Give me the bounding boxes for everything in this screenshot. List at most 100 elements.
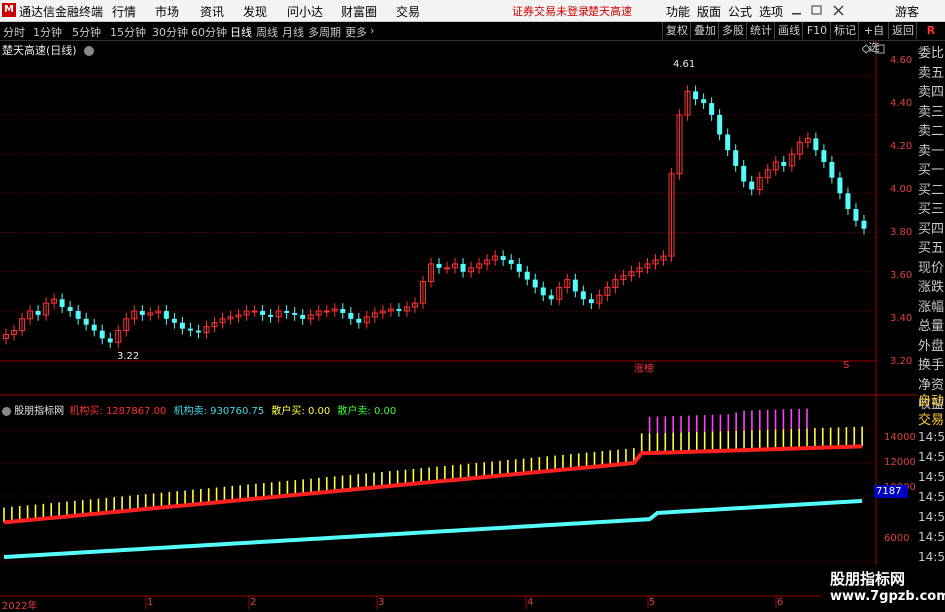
maximize-icon[interactable] (875, 44, 885, 54)
side-time-item: 14:56 (918, 510, 945, 524)
tool-button[interactable]: 画线 (774, 22, 803, 39)
candle-body (813, 138, 819, 151)
ind-y-tick: 12000 (884, 457, 916, 468)
period-item[interactable]: 更多 (345, 24, 367, 40)
side-quote-item[interactable]: 换手 (918, 356, 945, 376)
tool-button[interactable]: 多股 (718, 22, 747, 39)
menu-item[interactable]: 市场 (155, 3, 179, 20)
side-quote-item[interactable]: 涨跌 (918, 278, 945, 298)
guest-login[interactable]: 游客 (895, 3, 919, 20)
rank-tag[interactable]: 涨榜 (634, 360, 654, 375)
menu-item[interactable]: 财富圈 (341, 3, 377, 20)
candle-body (821, 150, 827, 162)
candle-body (725, 134, 731, 151)
candle-body (741, 165, 747, 182)
candle-body (861, 220, 867, 229)
menu-item[interactable]: 行情 (112, 3, 136, 20)
period-item[interactable]: 60分钟 (191, 24, 227, 40)
side-quote-item[interactable]: 卖四 (918, 83, 945, 103)
period-item-active[interactable]: 日线 (230, 24, 252, 40)
s-tag[interactable]: S (843, 360, 849, 371)
tool-button[interactable]: 复权 (662, 22, 691, 39)
menu-right-item[interactable]: 公式 (728, 3, 752, 20)
menu-item[interactable]: 问小达 (287, 3, 323, 20)
chart-corner-icons (862, 44, 885, 54)
period-item[interactable]: 1分钟 (33, 24, 62, 40)
menu-item[interactable]: 资讯 (200, 3, 224, 20)
period-item[interactable]: 分时 (3, 24, 25, 40)
side-time-item: 14:56 (918, 450, 945, 464)
period-item[interactable]: 30分钟 (152, 24, 188, 40)
close-icon[interactable] (833, 5, 844, 16)
kline-chart[interactable] (0, 40, 918, 609)
period-item[interactable]: 月线 (282, 24, 304, 40)
settings-circle-icon[interactable] (2, 406, 11, 416)
current-stock: 楚天高速 (588, 5, 632, 18)
diamond-icon[interactable] (862, 44, 871, 54)
side-quote-item[interactable]: 卖三 (918, 103, 945, 123)
side-quote-item[interactable]: 买一 (918, 161, 945, 181)
menu-right-item[interactable]: 版面 (697, 3, 721, 20)
minimize-icon[interactable] (792, 13, 801, 15)
x-label: 4 (527, 597, 534, 608)
candle-body (516, 263, 522, 272)
side-quote-item[interactable]: 卖二 (918, 122, 945, 142)
candle-body (323, 310, 330, 313)
candle-body (284, 310, 290, 313)
candle-body (35, 310, 41, 315)
side-quote-item[interactable]: 卖五 (918, 64, 945, 84)
candle-body (292, 312, 298, 315)
candle-body (717, 114, 723, 135)
candle-body (99, 330, 105, 339)
tool-button[interactable]: +自选 (858, 22, 889, 54)
side-quote-item[interactable]: 买二 (918, 181, 945, 201)
watermark-title: 股朋指标网 (830, 570, 906, 588)
candle-body (580, 291, 586, 300)
y-tick: 3.40 (890, 313, 913, 324)
period-item[interactable]: 15分钟 (110, 24, 146, 40)
candle-body (59, 299, 65, 308)
tool-button[interactable]: 标记 (830, 22, 859, 39)
side-quote-item[interactable]: 现价 (918, 259, 945, 279)
tool-button[interactable]: F10 (802, 22, 831, 39)
menu-item[interactable]: 发现 (243, 3, 267, 20)
side-auto-trade[interactable]: 自动 (918, 392, 945, 412)
side-quote-item[interactable]: 卖一 (918, 142, 945, 162)
side-auto-trade[interactable]: 交易 (918, 411, 945, 431)
x-label: 6 (777, 597, 784, 608)
side-quote-item[interactable]: 涨幅 (918, 298, 945, 318)
period-item[interactable]: 5分钟 (72, 24, 101, 40)
menu-right-item[interactable]: 功能 (666, 3, 690, 20)
chevron-right-icon[interactable]: › (370, 24, 374, 37)
x-label: 2 (250, 597, 257, 608)
period-item[interactable]: 周线 (256, 24, 278, 40)
candle-body (500, 256, 506, 260)
tool-r-button[interactable]: R (916, 22, 945, 39)
menu-item[interactable]: 交易 (396, 3, 420, 20)
period-item[interactable]: 多周期 (308, 24, 341, 40)
inst-buy-line (3, 444, 863, 525)
candle-body (396, 309, 402, 311)
candle-body (548, 295, 554, 300)
settings-circle-icon[interactable] (84, 46, 95, 56)
candle-body (340, 309, 346, 313)
candle-body (837, 177, 843, 194)
login-alert[interactable]: 证券交易未登录 (512, 3, 589, 19)
restore-icon[interactable] (811, 5, 822, 15)
y-tick: 4.20 (890, 141, 913, 152)
side-quote-item[interactable]: 买五 (918, 239, 945, 259)
app-title: 通达信金融终端 (19, 5, 104, 19)
menu-right-item[interactable]: 选项 (759, 3, 783, 20)
candle-body (845, 193, 851, 210)
tool-button[interactable]: 叠加 (690, 22, 719, 39)
side-quote-item[interactable]: 买三 (918, 200, 945, 220)
sell-label: 机构卖: (173, 406, 207, 417)
side-quote-item[interactable]: 总量 (918, 317, 945, 337)
side-quote-item[interactable]: 买四 (918, 220, 945, 240)
x-label: 1 (147, 597, 154, 608)
tool-button[interactable]: 返回 (888, 22, 917, 39)
candle-body (163, 310, 169, 319)
side-quote-item[interactable]: 外盘 (918, 337, 945, 357)
side-quote-item[interactable]: 委比 (918, 44, 945, 64)
tool-button[interactable]: 统计 (746, 22, 775, 39)
